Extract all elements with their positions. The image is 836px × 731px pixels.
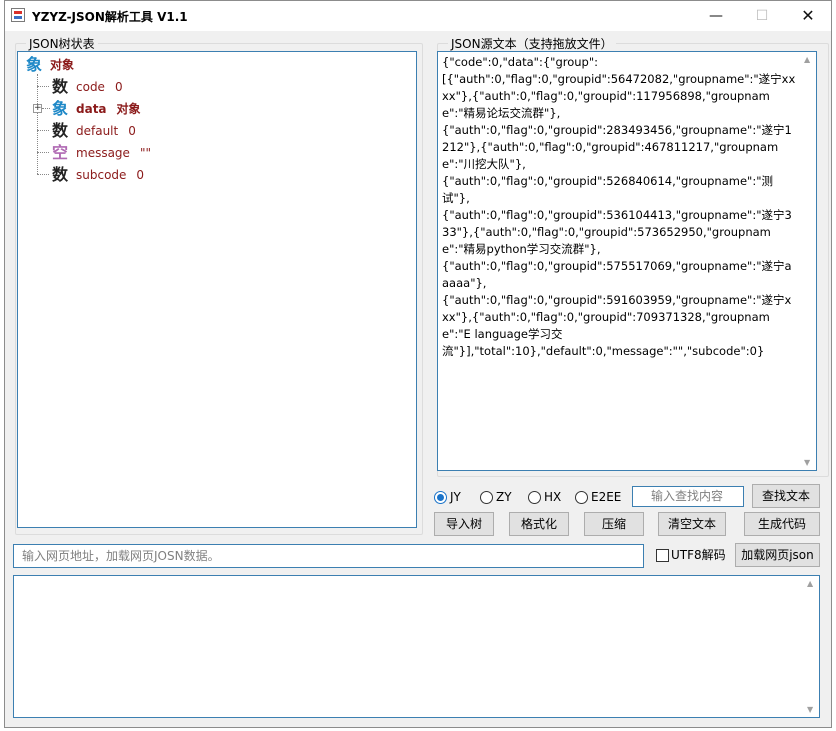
tree-node-message[interactable]: 空 message "" [52,141,151,163]
scroll-down-icon[interactable]: ▼ [807,705,813,714]
object-type-icon: 象 [26,54,43,74]
tree-node-label: 对象 [50,57,75,72]
tree-node-value: 对象 [116,101,141,116]
radio-e2ee[interactable]: E2EE [575,489,621,505]
radio-selected-icon [434,491,447,504]
radio-zy[interactable]: ZY [480,489,512,505]
minimize-button[interactable]: — [693,1,739,31]
radio-icon [480,491,493,504]
tree-panel-legend: JSON树状表 [29,37,95,51]
radio-jy[interactable]: JY [434,489,461,505]
output-vertical-scrollbar[interactable]: ▲ ▼ [803,576,819,717]
radio-icon [528,491,541,504]
tree-connector-line [37,130,49,131]
number-type-icon: 数 [52,76,69,96]
tree-node-key: message [76,145,130,160]
format-button[interactable]: 格式化 [509,512,569,536]
close-button[interactable]: ✕ [785,1,831,31]
utf8-decode-label: UTF8解码 [671,548,726,562]
radio-label: JY [450,490,461,504]
utf8-decode-checkbox[interactable]: UTF8解码 [656,547,726,563]
clear-text-button[interactable]: 清空文本 [658,512,726,536]
tree-node-value: 0 [114,79,123,94]
output-textarea[interactable]: ▲ ▼ [13,575,820,718]
tree-node-key: default [76,123,119,138]
tree-node-default[interactable]: 数 default 0 [52,119,136,141]
load-web-json-button[interactable]: 加载网页json [735,543,820,567]
scroll-down-icon[interactable]: ▼ [804,458,810,467]
tree-connector-line [37,174,49,175]
null-type-icon: 空 [52,142,69,162]
tree-node-value: "" [139,145,151,160]
search-input[interactable]: 输入查找内容 [632,486,744,507]
window-title: YZYZ-JSON解析工具 V1.1 [32,10,188,24]
object-type-icon: 象 [52,98,69,118]
tree-connector-line [37,86,49,87]
tree-node-key: subcode [76,167,127,182]
radio-label: HX [544,490,562,504]
tree-connector-line [37,152,49,153]
generate-code-button[interactable]: 生成代码 [744,512,820,536]
expand-toggle-icon[interactable]: + [33,104,42,113]
tree-node-code[interactable]: 数 code 0 [52,75,123,97]
tree-node-data[interactable]: 象 data 对象 [52,97,141,119]
radio-icon [575,491,588,504]
tree-node-value: 0 [136,167,145,182]
radio-hx[interactable]: HX [528,489,561,505]
tree-connector-line [42,108,50,109]
json-source-text: {"code":0,"data":{"group": [{"auth":0,"f… [442,55,796,358]
tree-node-key: code [76,79,105,94]
number-type-icon: 数 [52,164,69,184]
number-type-icon: 数 [52,120,69,140]
json-tree-view[interactable]: + 象对象 数 code 0 象 data 对象 数 default 0 空 message "… [17,51,417,528]
tree-node-key: data [76,101,107,116]
radio-label: E2EE [591,490,622,504]
tree-node-root[interactable]: 象对象 [26,53,74,75]
json-source-textarea[interactable]: {"code":0,"data":{"group": [{"auth":0,"f… [437,51,817,471]
checkbox-icon [656,549,669,562]
radio-label: ZY [496,490,512,504]
json-panel-legend: JSON源文本（支持拖放文件） [451,37,613,51]
import-tree-button[interactable]: 导入树 [434,512,494,536]
url-input[interactable]: 输入网页地址，加载网页JOSN数据。 [13,544,644,568]
find-text-button[interactable]: 查找文本 [752,484,820,508]
scroll-up-icon[interactable]: ▲ [807,579,813,588]
maximize-button[interactable]: ☐ [739,1,785,31]
app-logo-icon [11,8,25,22]
tree-node-value: 0 [128,123,136,138]
json-vertical-scrollbar[interactable]: ▲ ▼ [800,52,816,470]
scroll-up-icon[interactable]: ▲ [804,55,810,64]
title-bar: YZYZ-JSON解析工具 V1.1 — ☐ ✕ [5,1,831,31]
tree-connector-line [37,74,38,174]
tree-node-subcode[interactable]: 数 subcode 0 [52,163,144,185]
compress-button[interactable]: 压缩 [584,512,644,536]
